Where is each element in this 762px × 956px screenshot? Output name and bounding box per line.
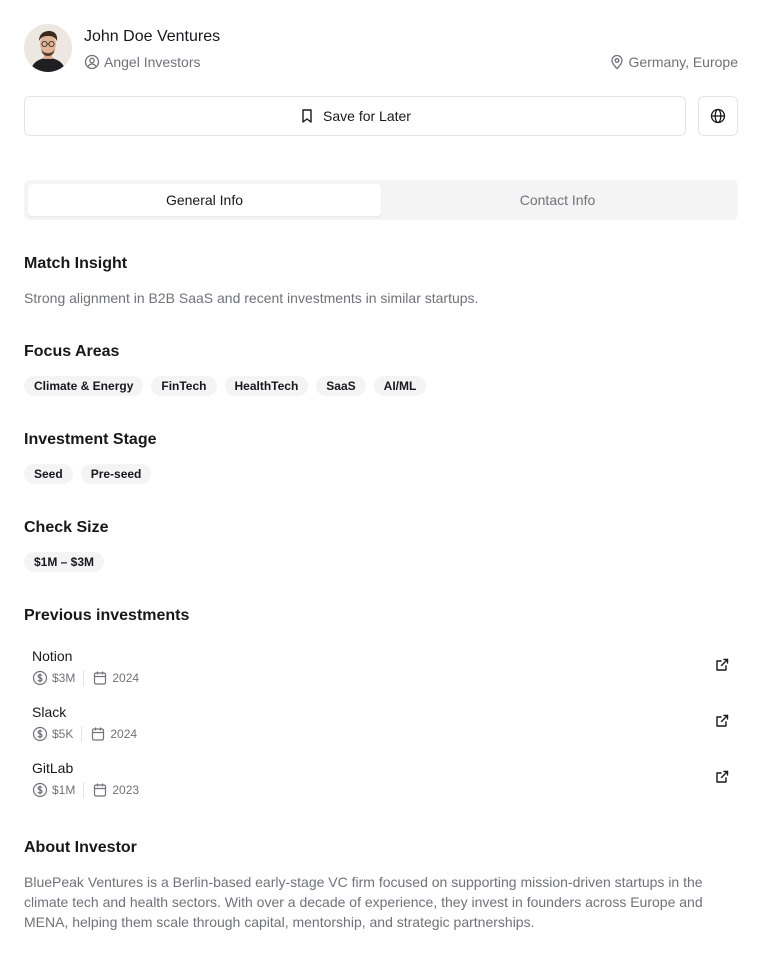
investor-location: Germany, Europe <box>609 53 738 71</box>
previous-investments-list: Notion $3M 2024 Slack $5K 2024 GitLab $1… <box>24 644 738 812</box>
focus-areas-tags: Climate & Energy FinTech HealthTech SaaS… <box>24 376 427 396</box>
investment-name: GitLab <box>32 760 74 776</box>
investment-row: Notion $3M 2024 <box>24 644 738 700</box>
tab-general-info[interactable]: General Info <box>28 184 381 216</box>
avatar <box>24 24 72 72</box>
investor-location-label: Germany, Europe <box>628 54 738 70</box>
about-investor-title: About Investor <box>24 839 137 856</box>
investor-name: John Doe Ventures <box>84 28 221 45</box>
investment-stage-title: Investment Stage <box>24 431 157 448</box>
calendar-icon <box>92 670 108 686</box>
save-for-later-button[interactable]: Save for Later <box>24 96 686 136</box>
meta-divider <box>83 782 85 798</box>
check-size-tags: $1M – $3M <box>24 552 105 572</box>
investment-year: 2023 <box>112 783 140 797</box>
match-insight-title: Match Insight <box>24 255 128 272</box>
investment-meta: $5K 2024 <box>32 726 137 742</box>
website-button[interactable] <box>698 96 738 136</box>
save-for-later-label: Save for Later <box>323 108 411 124</box>
user-circle-icon <box>84 54 100 70</box>
previous-investments-title: Previous investments <box>24 607 190 624</box>
investor-type: Angel Investors <box>84 53 201 71</box>
calendar-icon <box>92 782 108 798</box>
investment-meta: $1M 2023 <box>32 782 139 798</box>
check-size-tag: $1M – $3M <box>24 552 105 572</box>
bookmark-icon <box>299 108 315 124</box>
investment-name: Notion <box>32 648 73 664</box>
investment-row: GitLab $1M 2023 <box>24 756 738 812</box>
investor-header: John Doe Ventures Angel Investors German… <box>24 24 738 72</box>
stage-tag: Seed <box>24 464 73 484</box>
meta-divider <box>81 726 83 742</box>
investor-type-label: Angel Investors <box>104 54 201 70</box>
dollar-circle-icon <box>32 670 48 686</box>
calendar-icon <box>90 726 106 742</box>
focus-tag: HealthTech <box>224 376 309 396</box>
stage-tag: Pre-seed <box>80 464 152 484</box>
investment-amount: $5K <box>52 727 74 741</box>
dollar-circle-icon <box>32 726 48 742</box>
investment-name: Slack <box>32 704 67 720</box>
focus-tag: AI/ML <box>373 376 427 396</box>
investment-year: 2024 <box>112 671 140 685</box>
meta-divider <box>83 670 85 686</box>
check-size-title: Check Size <box>24 519 109 536</box>
tab-contact-info[interactable]: Contact Info <box>381 184 734 216</box>
investment-amount: $1M <box>52 783 76 797</box>
focus-tag: SaaS <box>316 376 366 396</box>
focus-tag: FinTech <box>151 376 217 396</box>
focus-tag: Climate & Energy <box>24 376 144 396</box>
about-investor-text: BluePeak Ventures is a Berlin-based earl… <box>24 874 703 930</box>
investment-meta: $3M 2024 <box>32 670 139 686</box>
profile-tabs: General Info Contact Info <box>24 180 738 220</box>
external-link-icon[interactable] <box>714 769 730 785</box>
investment-amount: $3M <box>52 671 76 685</box>
external-link-icon[interactable] <box>714 713 730 729</box>
map-pin-icon <box>609 54 625 70</box>
match-insight-text: Strong alignment in B2B SaaS and recent … <box>24 290 479 306</box>
dollar-circle-icon <box>32 782 48 798</box>
external-link-icon[interactable] <box>714 657 730 673</box>
investment-stage-tags: Seed Pre-seed <box>24 464 152 484</box>
investment-year: 2024 <box>110 727 138 741</box>
investment-row: Slack $5K 2024 <box>24 700 738 756</box>
globe-icon <box>710 108 726 124</box>
focus-areas-title: Focus Areas <box>24 343 120 360</box>
